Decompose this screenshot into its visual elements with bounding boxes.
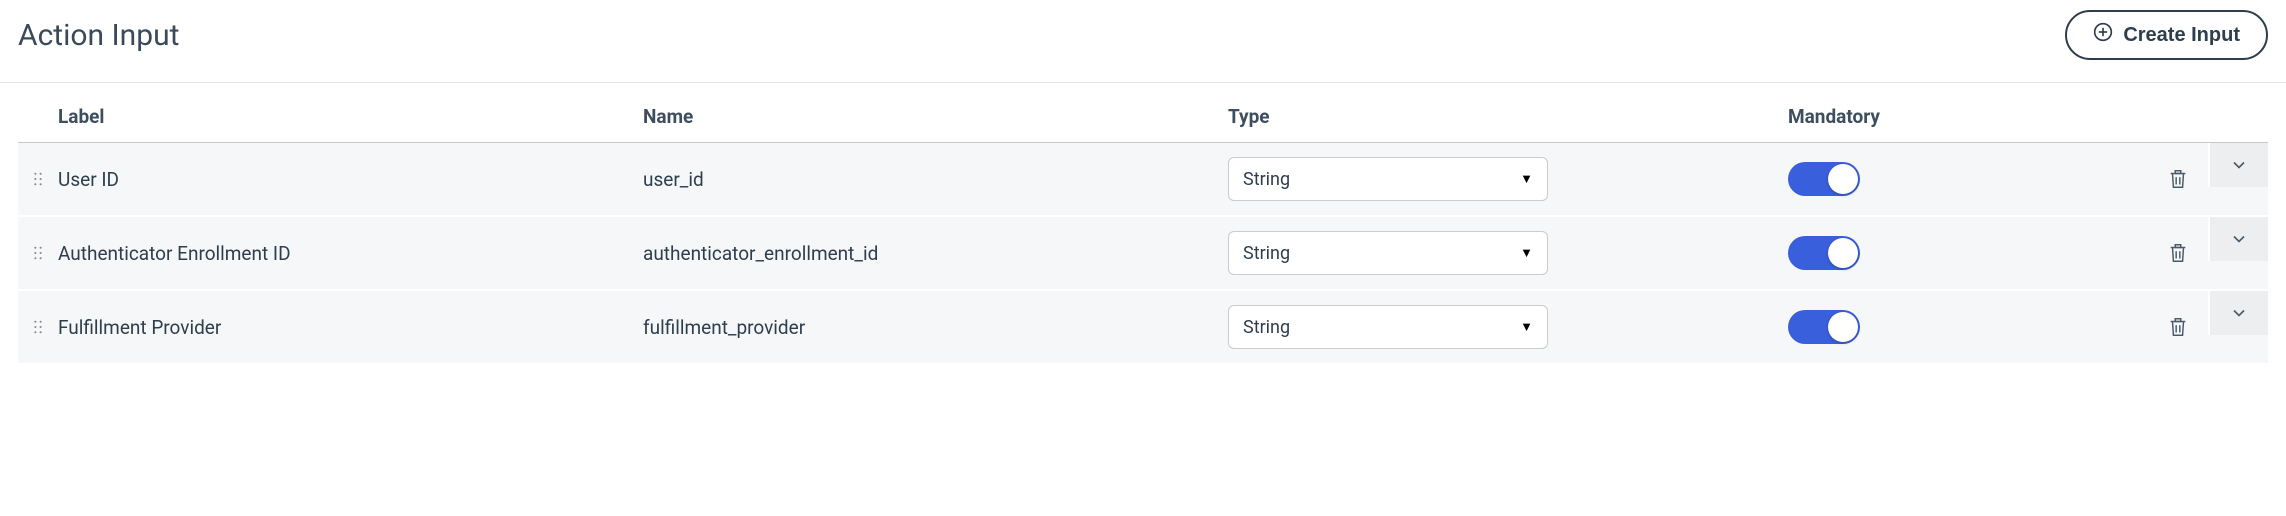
row-label: Authenticator Enrollment ID: [58, 242, 643, 265]
mandatory-toggle[interactable]: [1788, 236, 1860, 270]
row-name: fulfillment_provider: [643, 316, 1228, 339]
drag-handle-icon[interactable]: [18, 172, 58, 186]
row-label: Fulfillment Provider: [58, 316, 643, 339]
plus-circle-icon: [2093, 22, 2113, 48]
drag-handle-icon[interactable]: [18, 246, 58, 260]
col-header-label: Label: [58, 105, 643, 128]
expand-button[interactable]: [2208, 291, 2268, 335]
delete-button[interactable]: [2148, 316, 2208, 338]
table-row: User ID user_id String ▼: [18, 143, 2268, 217]
col-header-name: Name: [643, 105, 1228, 128]
header-bar: Action Input Create Input: [0, 0, 2286, 83]
row-name: user_id: [643, 168, 1228, 191]
table-row: Authenticator Enrollment ID authenticato…: [18, 217, 2268, 291]
caret-down-icon: ▼: [1520, 171, 1533, 187]
type-select-value: String: [1243, 243, 1290, 264]
drag-handle-icon[interactable]: [18, 320, 58, 334]
type-select-value: String: [1243, 169, 1290, 190]
expand-button[interactable]: [2208, 217, 2268, 261]
mandatory-toggle[interactable]: [1788, 310, 1860, 344]
row-name: authenticator_enrollment_id: [643, 242, 1228, 265]
col-header-type: Type: [1228, 105, 1788, 128]
inputs-table: Label Name Type Mandatory User ID user_i…: [0, 83, 2286, 365]
type-select[interactable]: String ▼: [1228, 157, 1548, 201]
type-select[interactable]: String ▼: [1228, 305, 1548, 349]
create-input-button[interactable]: Create Input: [2065, 10, 2268, 60]
page-title: Action Input: [18, 18, 179, 53]
col-header-mandatory: Mandatory: [1788, 105, 2148, 128]
table-row: Fulfillment Provider fulfillment_provide…: [18, 291, 2268, 365]
type-select-value: String: [1243, 317, 1290, 338]
delete-button[interactable]: [2148, 168, 2208, 190]
delete-button[interactable]: [2148, 242, 2208, 264]
row-label: User ID: [58, 168, 643, 191]
type-select[interactable]: String ▼: [1228, 231, 1548, 275]
create-input-label: Create Input: [2123, 24, 2240, 47]
caret-down-icon: ▼: [1520, 245, 1533, 261]
mandatory-toggle[interactable]: [1788, 162, 1860, 196]
table-header-row: Label Name Type Mandatory: [18, 83, 2268, 143]
caret-down-icon: ▼: [1520, 319, 1533, 335]
expand-button[interactable]: [2208, 143, 2268, 187]
